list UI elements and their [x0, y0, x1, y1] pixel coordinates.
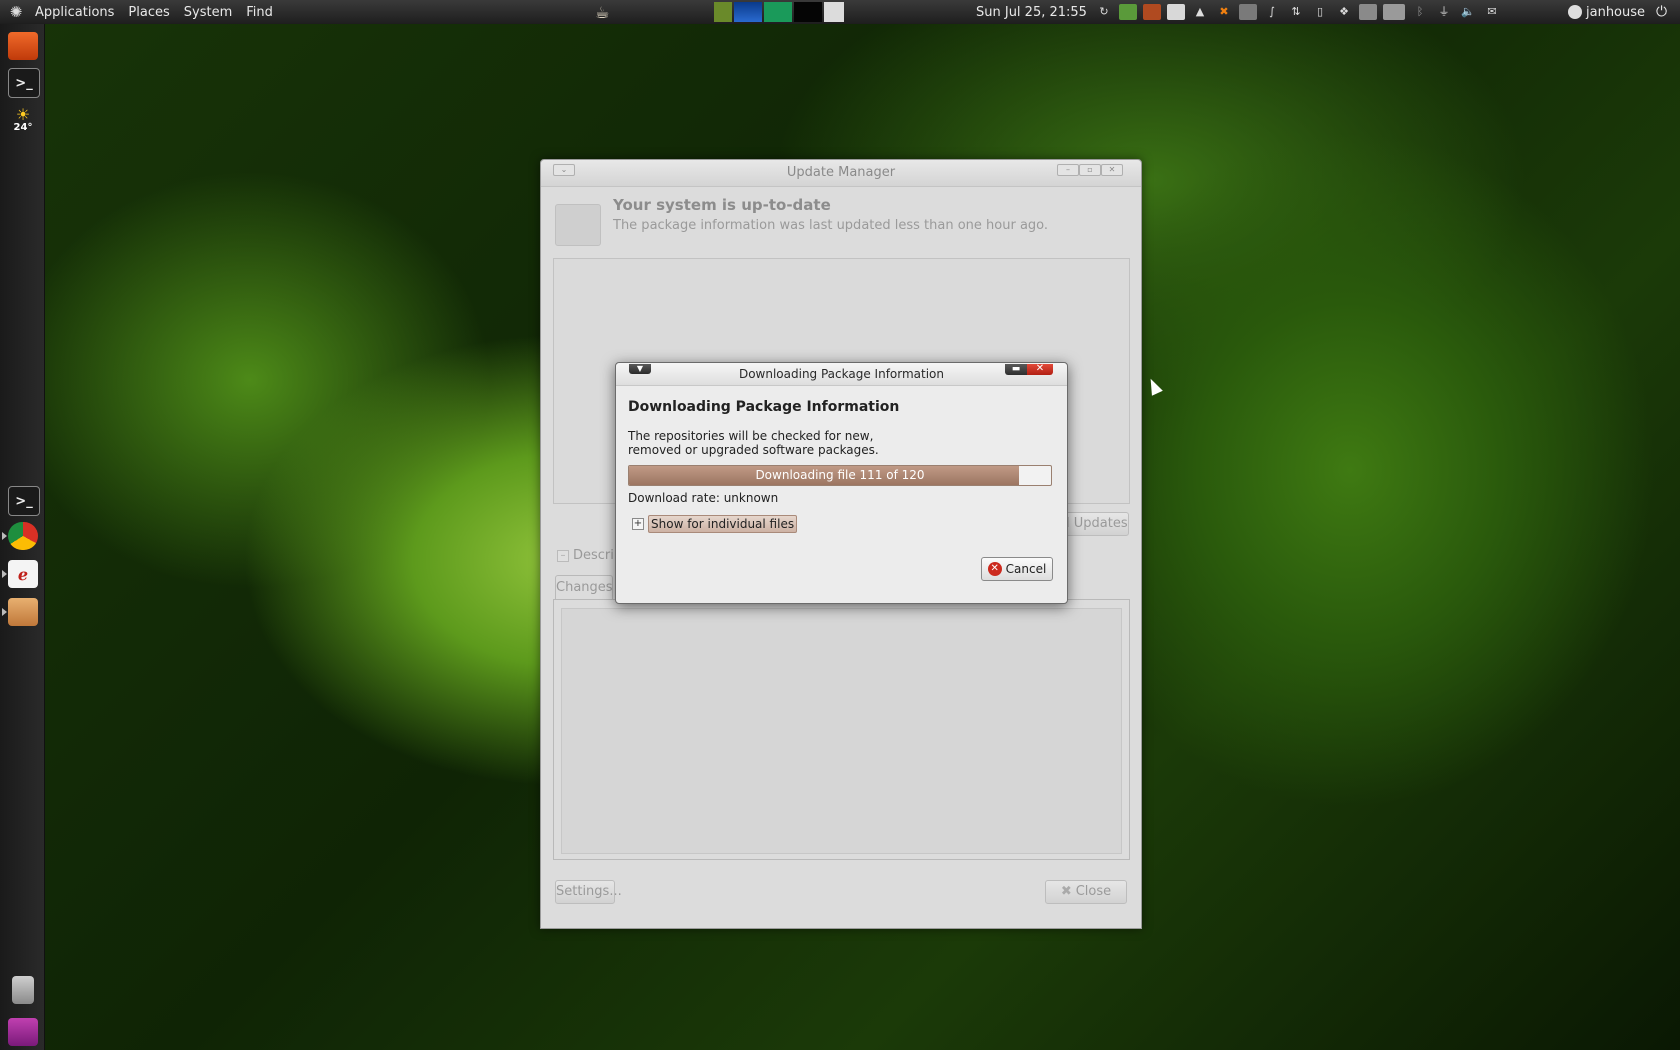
status-title: Your system is up-to-date: [613, 196, 831, 214]
tab-changes[interactable]: Changes: [555, 575, 613, 600]
changes-panel: [553, 599, 1130, 860]
tree-icon[interactable]: ▲: [1191, 4, 1209, 20]
globe-icon[interactable]: [1119, 4, 1137, 20]
shelf-icon[interactable]: ∫: [1263, 4, 1281, 20]
minimize-icon[interactable]: –: [1057, 164, 1079, 176]
close-label: Close: [1075, 884, 1112, 899]
mail-icon[interactable]: ✉: [1483, 4, 1501, 20]
cancel-label: Cancel: [1005, 562, 1047, 576]
notification-area: ↻ ▲ ✖ ∫ ⇅ ▯ ❖ ᛒ ⏚ 🔈 ✉: [1092, 0, 1504, 24]
workspace-switcher-icon[interactable]: [8, 1018, 38, 1046]
mouse-pointer-icon: [1145, 376, 1163, 396]
collapse-icon[interactable]: –: [557, 549, 569, 562]
expander-label[interactable]: Show for individual files: [648, 515, 798, 533]
dialog-minimize-icon[interactable]: ▬: [1005, 364, 1027, 375]
running-indicator: [2, 532, 7, 540]
cpu-monitor-icon[interactable]: [714, 2, 732, 22]
coffee-cup-icon[interactable]: ☕: [595, 3, 609, 22]
bluetooth-icon[interactable]: ᛒ: [1411, 4, 1429, 20]
files-icon[interactable]: [8, 32, 38, 60]
user-status-icon[interactable]: [1568, 5, 1582, 19]
network-icon[interactable]: ⏚: [1435, 4, 1453, 20]
chrome-icon[interactable]: [8, 522, 38, 550]
individual-files-expander[interactable]: + Show for individual files: [632, 515, 798, 533]
menu-system[interactable]: System: [177, 5, 239, 20]
maximize-icon[interactable]: ▫: [1079, 164, 1101, 176]
close-x-icon: ✖: [1060, 884, 1072, 899]
menu-applications[interactable]: Applications: [28, 5, 121, 20]
terminal-icon[interactable]: >_: [8, 68, 40, 98]
load-monitor-icon[interactable]: [794, 2, 822, 22]
menu-find[interactable]: Find: [239, 5, 280, 20]
download-rate: Download rate: unknown: [628, 491, 779, 505]
dialog-titlebar[interactable]: ▼ Downloading Package Information ▬ ✕: [616, 363, 1067, 386]
update-manager-titlebar[interactable]: ⌄ Update Manager – ▫ ✕: [541, 160, 1141, 187]
weather-temp: 24°: [13, 121, 33, 133]
running-indicator: [2, 608, 7, 616]
shield-icon[interactable]: [1143, 4, 1161, 20]
downloading-dialog: ▼ Downloading Package Information ▬ ✕ Do…: [615, 362, 1068, 604]
dock: >_ ☀ 24° >_ ℯ: [0, 24, 45, 1050]
transfer-arrows-icon[interactable]: ⇅: [1287, 4, 1305, 20]
send-icon[interactable]: [824, 2, 844, 22]
sun-icon: ☀: [15, 104, 31, 124]
notes-icon[interactable]: [1167, 4, 1185, 20]
install-updates-button[interactable]: ll Updates: [1061, 512, 1129, 536]
cancel-button[interactable]: ✕ Cancel: [981, 557, 1053, 581]
update-manager-icon[interactable]: [8, 598, 38, 626]
changes-text-area[interactable]: [561, 608, 1122, 854]
menu-places[interactable]: Places: [121, 5, 176, 20]
sync-icon[interactable]: ↻: [1095, 4, 1113, 20]
system-monitor[interactable]: [713, 0, 845, 24]
trash-icon[interactable]: [12, 976, 34, 1004]
dialog-menu-icon[interactable]: ▼: [629, 364, 651, 374]
terminal-icon-2[interactable]: >_: [8, 486, 40, 516]
cpufreq-icon[interactable]: [1239, 4, 1257, 20]
coffee-applet[interactable]: ☕: [595, 0, 609, 24]
memory-monitor-icon[interactable]: [734, 2, 762, 22]
dialog-heading: Downloading Package Information: [628, 399, 900, 415]
cancel-icon: ✕: [987, 562, 1002, 576]
dialog-description: The repositories will be checked for new…: [628, 429, 879, 457]
network-monitor-icon[interactable]: [764, 2, 792, 22]
settings-button[interactable]: Settings...: [555, 880, 622, 904]
clock-text[interactable]: Sun Jul 25, 21:55: [976, 5, 1087, 20]
dialog-close-icon[interactable]: ✕: [1027, 364, 1053, 375]
device-icon[interactable]: ▯: [1311, 4, 1329, 20]
evolution-icon[interactable]: ℯ: [8, 560, 38, 588]
volume-icon[interactable]: 🔈: [1459, 4, 1477, 20]
dialog-title: Downloading Package Information: [738, 367, 945, 381]
window-title: Update Manager: [786, 165, 896, 180]
drive-icon[interactable]: [1359, 4, 1377, 20]
power-icon[interactable]: ⏻: [1656, 4, 1667, 20]
close-window-icon[interactable]: ✕: [1101, 164, 1123, 176]
tools-icon[interactable]: ✖: [1215, 4, 1233, 20]
power-button[interactable]: ⏻: [1656, 0, 1667, 24]
download-progress-bar: Downloading file 111 of 120: [628, 465, 1052, 486]
battery-icon[interactable]: [1383, 4, 1405, 20]
close-button[interactable]: ✖ Close: [1045, 880, 1127, 904]
expand-plus-icon[interactable]: +: [632, 518, 644, 530]
ubuntu-logo-icon[interactable]: ✺: [4, 3, 28, 21]
window-menu-icon[interactable]: ⌄: [553, 164, 575, 176]
panel-menu: Applications Places System Find: [28, 0, 280, 24]
dropbox-icon[interactable]: ❖: [1335, 4, 1353, 20]
status-subtitle: The package information was last updated…: [613, 218, 1049, 233]
user-menu[interactable]: janhouse: [1568, 0, 1645, 24]
weather-icon[interactable]: ☀ 24°: [8, 106, 38, 134]
running-indicator: [2, 570, 7, 578]
progress-text: Downloading file 111 of 120: [755, 468, 925, 482]
clock[interactable]: Sun Jul 25, 21:55: [976, 0, 1087, 24]
top-panel: ✺ Applications Places System Find ☕ Sun …: [0, 0, 1680, 24]
package-box-icon: [555, 204, 601, 246]
description-expander[interactable]: – Descrip: [557, 548, 622, 563]
username[interactable]: janhouse: [1586, 5, 1645, 20]
